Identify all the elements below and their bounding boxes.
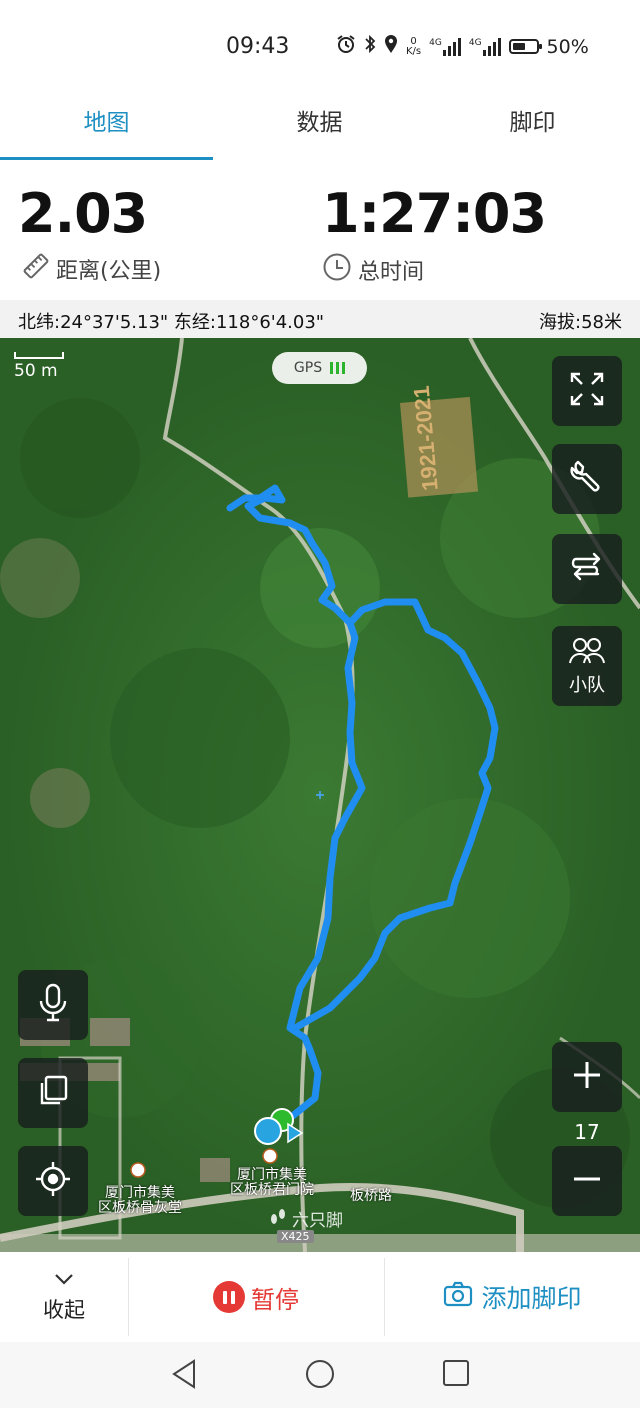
distance-value: 2.03: [18, 182, 148, 245]
time-label: 总时间: [358, 260, 425, 285]
road-label: 板桥路: [350, 1188, 392, 1204]
fullscreen-button[interactable]: [552, 356, 622, 426]
reverse-arrows-icon: [568, 548, 606, 590]
network-speed: 0 K/s: [406, 35, 422, 57]
zoom-out-button[interactable]: [552, 1146, 622, 1216]
back-icon[interactable]: [170, 1358, 198, 1394]
wrench-icon: [568, 458, 606, 500]
signal-icon-2: 4G: [469, 37, 501, 56]
system-nav-bar: [0, 1342, 640, 1408]
coordinate-bar: 北纬:24°37'5.13" 东经:118°6'4.03" 海拔:58米: [0, 300, 640, 338]
status-bar: 09:43 0 K/s 4G 4G 50%: [0, 0, 640, 95]
copy-layers-icon: [36, 1074, 70, 1112]
pause-label: 暂停: [251, 1285, 299, 1314]
battery-icon: [508, 39, 542, 54]
expand-icon: [568, 370, 606, 412]
bluetooth-icon: [364, 34, 376, 59]
zoom-in-button[interactable]: [552, 1042, 622, 1112]
road-code: X425: [277, 1230, 314, 1243]
plus-icon: [571, 1059, 603, 1095]
poi-label-1: 厦门市集美 区板桥骨灰堂: [98, 1185, 182, 1216]
team-icon: [568, 635, 606, 669]
distance-label-group: 距离(公里): [22, 252, 161, 286]
gps-indicator: GPS: [272, 352, 367, 384]
recents-icon[interactable]: [442, 1358, 470, 1392]
stats-panel: 2.03 距离(公里) 1:27:03 总时间: [0, 160, 640, 300]
squad-label: 小队: [569, 675, 605, 696]
voice-button[interactable]: [18, 970, 88, 1040]
tab-data[interactable]: 数据: [213, 103, 426, 137]
route-direction-button[interactable]: [552, 534, 622, 604]
home-icon[interactable]: [304, 1358, 336, 1394]
pause-button[interactable]: 暂停: [128, 1252, 384, 1342]
alarm-icon: [336, 34, 356, 59]
poi-label-2: 厦门市集美 区板桥君门院: [230, 1167, 314, 1198]
crosshair-icon: [34, 1160, 72, 1202]
add-footprint-button[interactable]: 添加脚印: [385, 1252, 640, 1342]
signal-icon-1: 4G: [429, 37, 461, 56]
tab-footprints[interactable]: 脚印: [426, 103, 639, 137]
satellite-map: 1921-2021: [0, 338, 640, 1252]
coordinates-text: 北纬:24°37'5.13" 东经:118°6'4.03": [18, 312, 325, 333]
collapse-button[interactable]: 收起: [0, 1252, 128, 1342]
squad-button[interactable]: 小队: [552, 626, 622, 706]
tab-bar: 地图 数据 脚印: [0, 95, 640, 160]
clock-icon: [322, 252, 352, 288]
watermark: 六只脚: [268, 1206, 343, 1231]
status-icons: 0 K/s 4G 4G 50%: [336, 34, 589, 59]
time-label-group: 总时间: [322, 252, 424, 288]
altitude-text: 海拔:58米: [539, 312, 622, 333]
map-view[interactable]: 1921-2021 50 m GPS 小队 17 厦门市集美 区板桥骨灰堂 厦门…: [0, 338, 640, 1252]
minus-icon: [571, 1163, 603, 1199]
distance-label: 距离(公里): [56, 259, 162, 284]
tools-button[interactable]: [552, 444, 622, 514]
ruler-icon: [22, 252, 50, 286]
add-footprint-label: 添加脚印: [481, 1284, 582, 1313]
locate-button[interactable]: [18, 1146, 88, 1216]
chevron-down-icon: [53, 1271, 75, 1290]
status-time: 09:43: [226, 34, 290, 59]
collapse-label: 收起: [43, 1297, 85, 1322]
time-value: 1:27:03: [322, 182, 547, 245]
tab-map[interactable]: 地图: [0, 103, 213, 137]
camera-icon: [443, 1281, 473, 1313]
map-scale: 50 m: [14, 352, 64, 381]
bottom-action-bar: 收起 暂停 添加脚印: [0, 1252, 640, 1342]
location-icon: [384, 34, 398, 59]
layers-button[interactable]: [18, 1058, 88, 1128]
pause-icon: [213, 1281, 245, 1313]
footprint-logo-icon: [268, 1206, 288, 1231]
microphone-icon: [38, 983, 68, 1027]
gps-signal-icon: [330, 362, 346, 374]
zoom-level: 17: [574, 1120, 600, 1144]
battery-level: 50%: [546, 35, 589, 58]
